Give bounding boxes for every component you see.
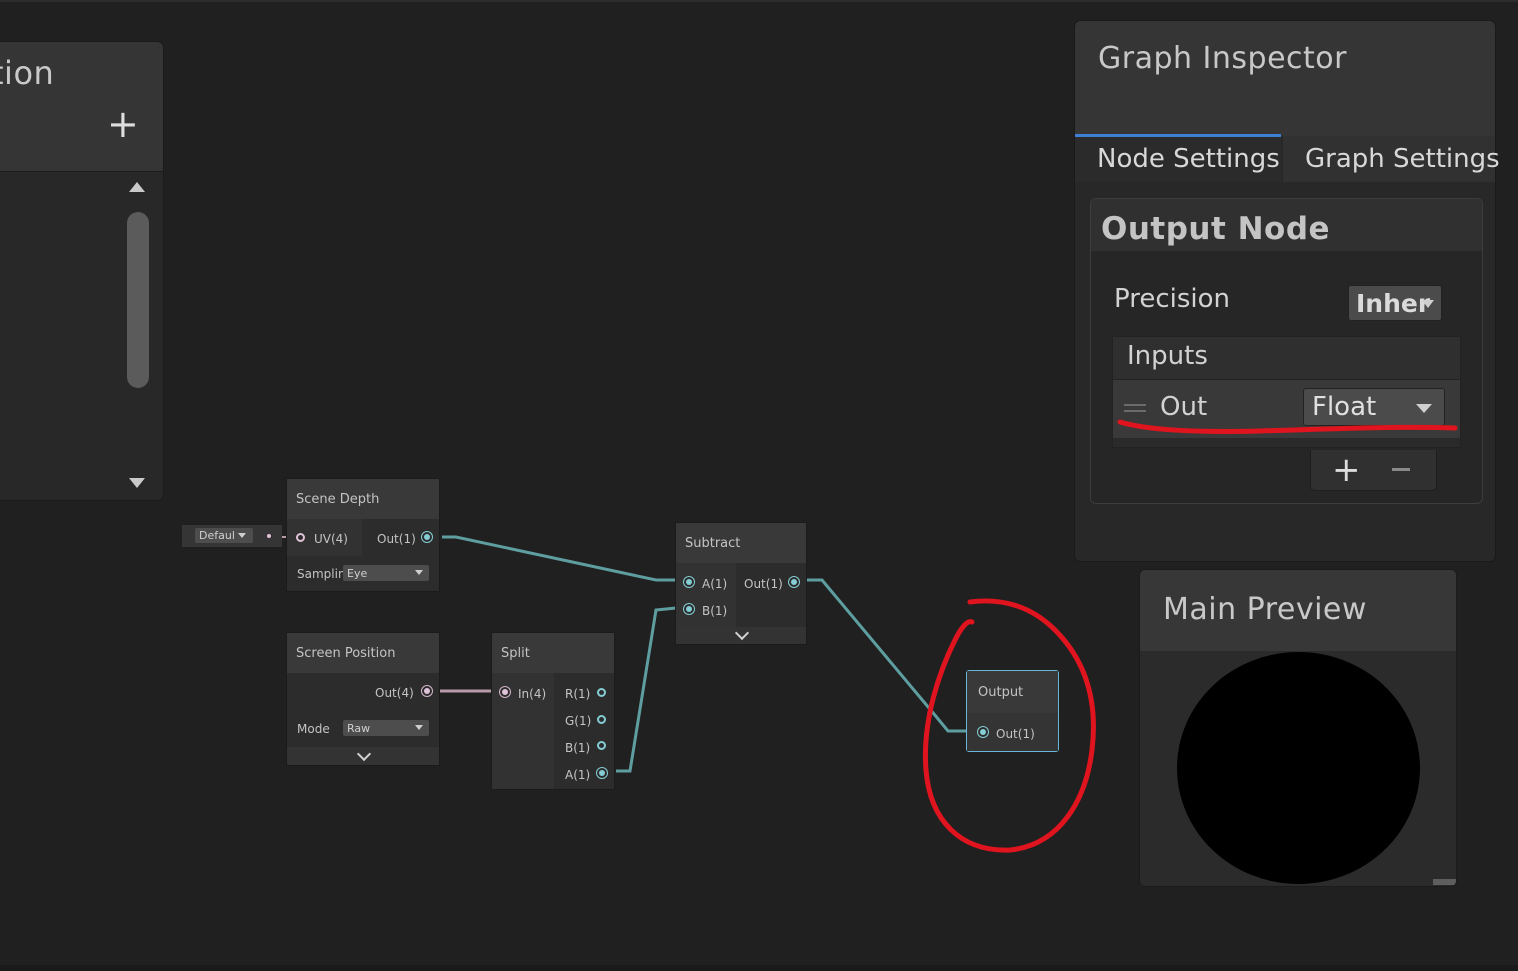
annotation-circle <box>922 598 1096 853</box>
annotation-underline <box>1117 419 1458 434</box>
bottom-border <box>0 965 1518 971</box>
annotation-overlay <box>922 419 1458 853</box>
